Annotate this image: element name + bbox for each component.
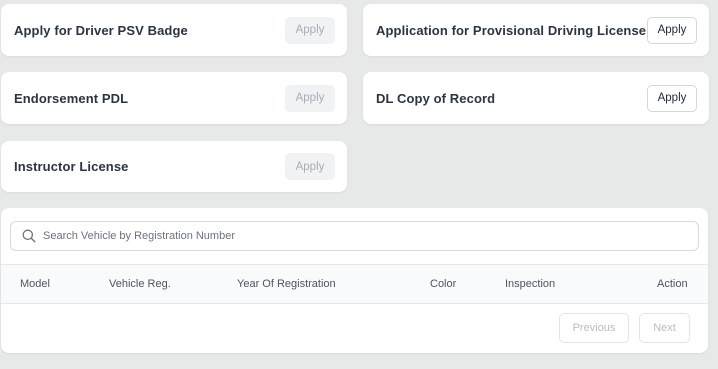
search-input[interactable]: Search Vehicle by Registration Number: [10, 221, 699, 251]
column-header-action: Action: [657, 278, 688, 290]
apply-button[interactable]: Apply: [647, 16, 697, 44]
search-icon: [21, 228, 37, 244]
service-card-endorsement-pdl: Endorsement PDL Apply: [1, 72, 347, 124]
column-header-model: Model: [20, 278, 50, 290]
column-header-color: Color: [430, 278, 457, 290]
column-header-vehicle-reg: Vehicle Reg.: [109, 278, 171, 290]
apply-button[interactable]: Apply: [285, 16, 335, 44]
vehicles-table-header: Model Vehicle Reg. Year Of Registration …: [1, 264, 708, 304]
service-card-psv-badge: Apply for Driver PSV Badge Apply: [1, 4, 347, 56]
next-button[interactable]: Next: [639, 313, 690, 343]
apply-button[interactable]: Apply: [285, 84, 335, 112]
column-header-inspection: Inspection: [505, 278, 556, 290]
service-card-dl-copy-of-record: DL Copy of Record Apply: [363, 72, 709, 124]
apply-button[interactable]: Apply: [285, 153, 335, 180]
service-title: Instructor License: [14, 159, 129, 174]
service-title: Endorsement PDL: [14, 90, 129, 106]
previous-button[interactable]: Previous: [559, 313, 629, 343]
column-header-year-of-registration: Year Of Registration: [237, 278, 336, 290]
service-card-provisional-license: Application for Provisional Driving Lice…: [363, 4, 709, 56]
service-title: Application for Provisional Driving Lice…: [376, 22, 647, 38]
service-title: DL Copy of Record: [376, 90, 496, 106]
apply-button[interactable]: Apply: [647, 84, 697, 112]
vehicles-panel: Search Vehicle by Registration Number Mo…: [1, 208, 708, 353]
service-card-instructor-license: Instructor License Apply: [1, 141, 347, 192]
search-placeholder: Search Vehicle by Registration Number: [43, 230, 235, 242]
service-title: Apply for Driver PSV Badge: [14, 22, 188, 38]
